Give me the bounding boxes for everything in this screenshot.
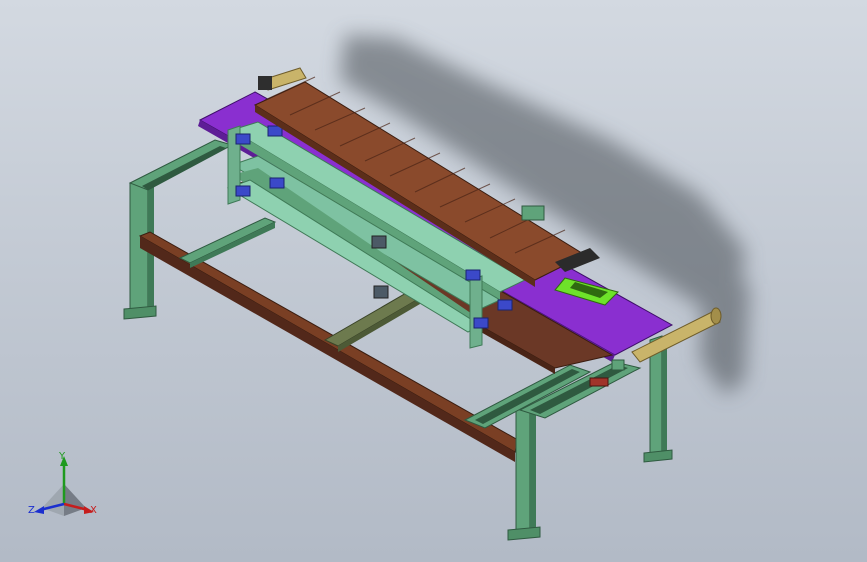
conveyor-frame-model[interactable]	[0, 0, 867, 562]
cad-graphics-area[interactable]: Y X Z	[0, 0, 867, 562]
view-triad[interactable]: Y X Z	[22, 446, 112, 526]
left-frame-assembly	[123, 139, 234, 320]
triad-y-label: Y	[59, 451, 66, 462]
middle-cross-beam	[323, 291, 422, 352]
lower-left-rail	[178, 217, 277, 268]
triad-axes	[34, 456, 94, 516]
triad-x-label: X	[90, 505, 97, 516]
triad-z-label: Z	[28, 505, 35, 516]
front-right-leg	[507, 404, 541, 541]
